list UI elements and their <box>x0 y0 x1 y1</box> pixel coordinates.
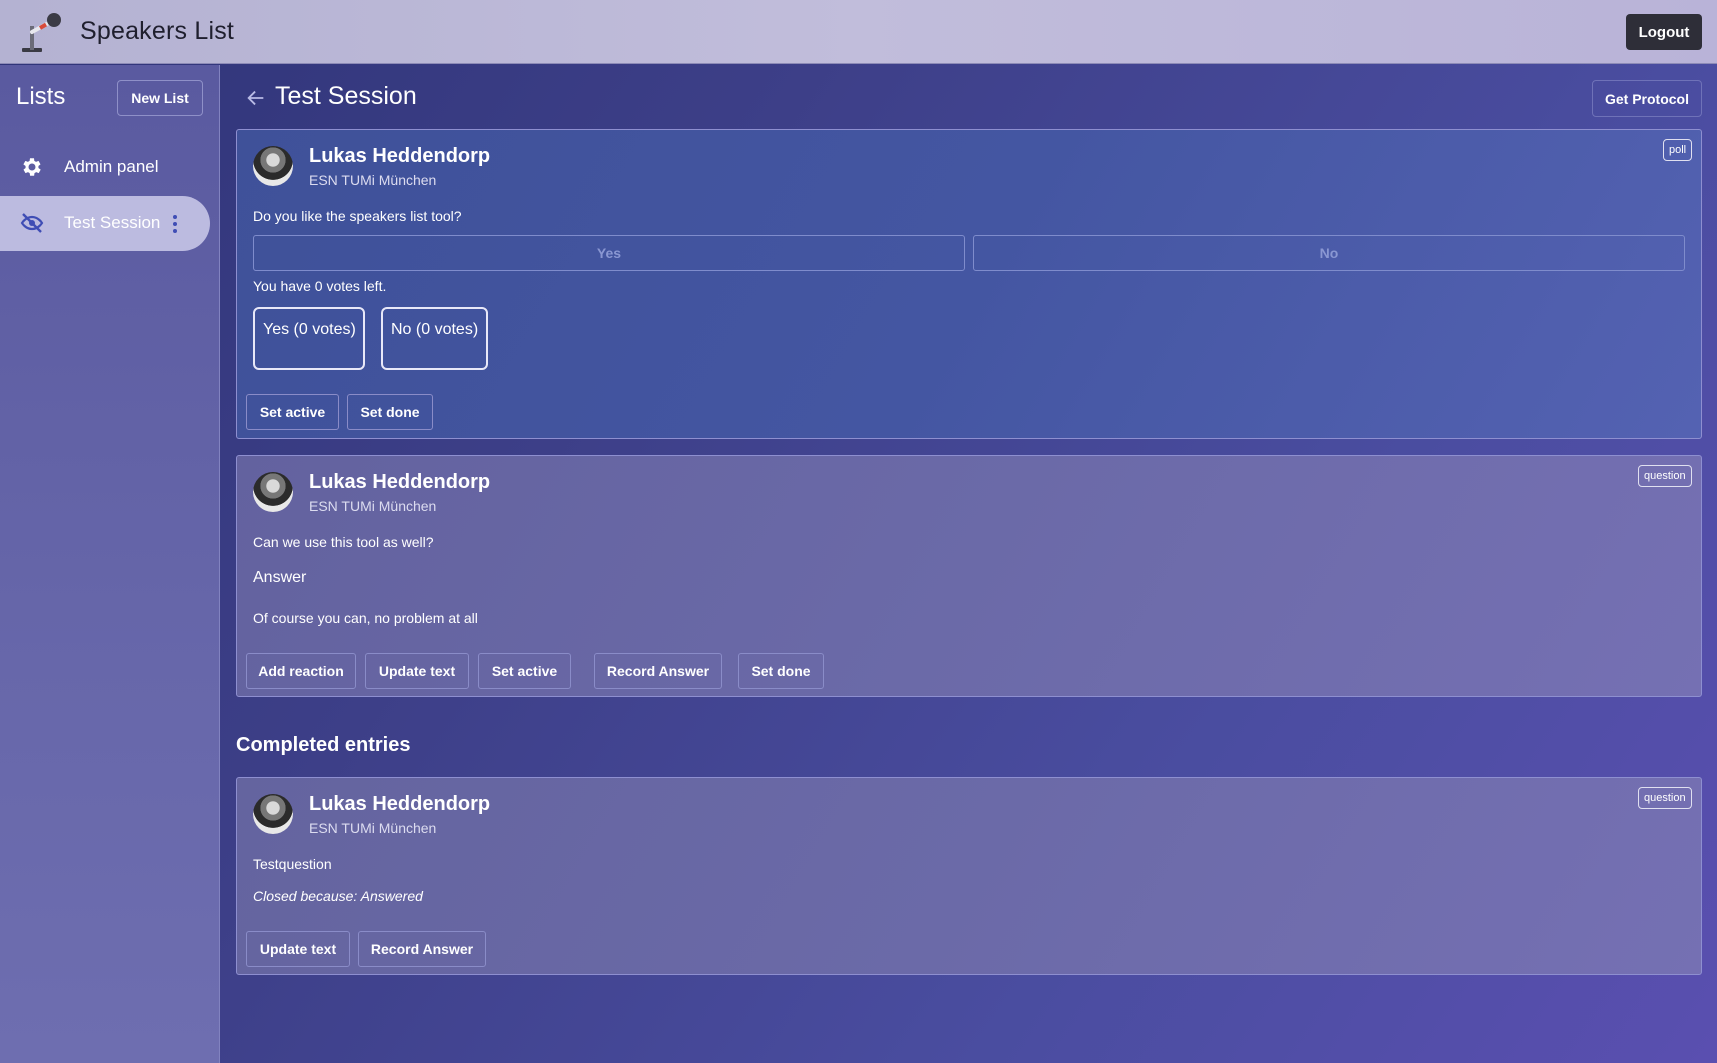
update-text-button[interactable]: Update text <box>365 653 469 689</box>
get-protocol-button[interactable]: Get Protocol <box>1592 80 1702 117</box>
set-active-button[interactable]: Set active <box>478 653 571 689</box>
author-name: Lukas Heddendorp <box>309 145 491 167</box>
more-vert-icon[interactable] <box>170 213 180 235</box>
new-list-button[interactable]: New List <box>117 80 203 116</box>
set-done-button[interactable]: Set done <box>738 653 824 689</box>
update-text-button[interactable]: Update text <box>246 931 350 967</box>
set-done-button[interactable]: Set done <box>347 394 433 430</box>
gear-icon <box>23 158 41 176</box>
author-org: ESN TUMi München <box>309 820 437 836</box>
sidebar-item-admin-panel[interactable]: Admin panel <box>0 140 210 195</box>
eye-off-icon <box>20 213 44 233</box>
entry-type-badge: question <box>1638 465 1692 487</box>
poll-result-yes: Yes (0 votes) <box>253 307 365 370</box>
author-org: ESN TUMi München <box>309 498 437 514</box>
entry-type-badge: poll <box>1663 139 1693 161</box>
question-entry-card: Lukas Heddendorp ESN TUMi München questi… <box>236 455 1702 697</box>
record-answer-button[interactable]: Record Answer <box>594 653 722 689</box>
entry-type-badge: question <box>1638 787 1692 809</box>
answer-text: Of course you can, no problem at all <box>253 610 478 626</box>
completed-entries-heading: Completed entries <box>236 734 411 756</box>
page-title: Test Session <box>275 82 417 110</box>
entry-text: Testquestion <box>253 856 332 872</box>
poll-option-no-button[interactable]: No <box>973 235 1685 271</box>
sidebar-title: Lists <box>16 83 66 110</box>
sidebar-item-label: Test Session <box>64 213 161 232</box>
sidebar-item-test-session[interactable]: Test Session <box>0 196 210 251</box>
entry-text: Can we use this tool as well? <box>253 534 434 550</box>
author-name: Lukas Heddendorp <box>309 793 491 815</box>
avatar <box>253 794 293 834</box>
closed-reason-text: Closed because: Answered <box>253 888 423 904</box>
answer-heading: Answer <box>253 569 307 586</box>
sidebar-item-label: Admin panel <box>64 157 159 176</box>
avatar <box>253 146 293 186</box>
logout-button[interactable]: Logout <box>1626 14 1702 50</box>
author-name: Lukas Heddendorp <box>309 471 491 493</box>
poll-result-no: No (0 votes) <box>381 307 488 370</box>
poll-option-yes-button[interactable]: Yes <box>253 235 965 271</box>
record-answer-button[interactable]: Record Answer <box>358 931 486 967</box>
set-active-button[interactable]: Set active <box>246 394 339 430</box>
votes-left-text: You have 0 votes left. <box>253 278 387 294</box>
arrow-back-icon[interactable] <box>245 87 267 109</box>
app-title: Speakers List <box>80 17 235 45</box>
sidebar: Lists New List Admin panel Test Session <box>0 65 220 1063</box>
entry-text: Do you like the speakers list tool? <box>253 208 462 224</box>
poll-entry-card: Lukas Heddendorp ESN TUMi München poll D… <box>236 129 1702 439</box>
add-reaction-button[interactable]: Add reaction <box>246 653 356 689</box>
completed-entry-card: Lukas Heddendorp ESN TUMi München questi… <box>236 777 1702 975</box>
avatar <box>253 472 293 512</box>
author-org: ESN TUMi München <box>309 172 437 188</box>
top-app-bar: Speakers List Logout <box>0 0 1717 64</box>
microphone-logo-icon <box>22 13 61 52</box>
